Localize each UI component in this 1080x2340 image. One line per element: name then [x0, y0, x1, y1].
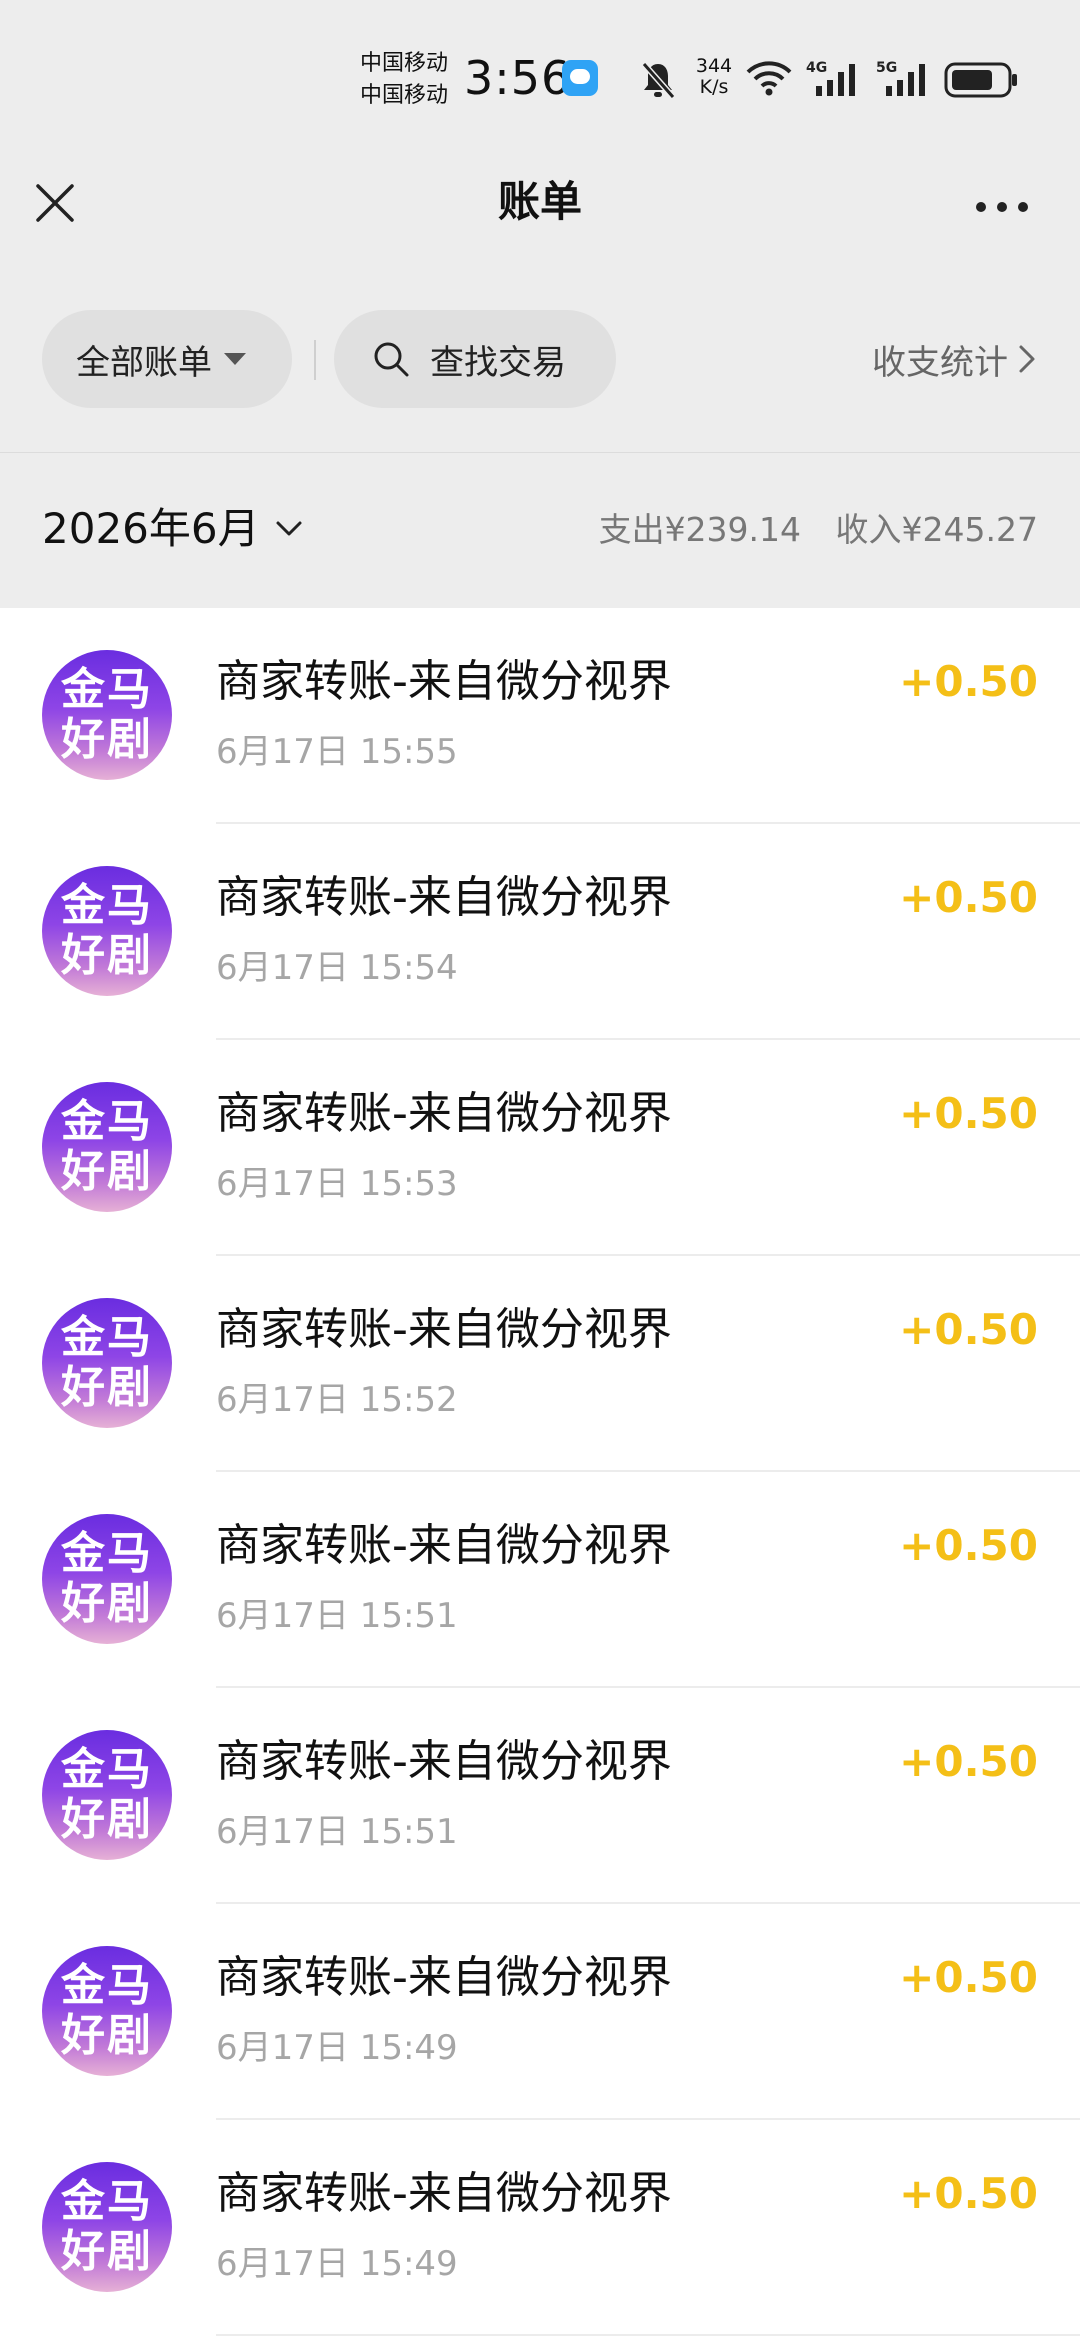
status-bar: 中国移动 中国移动 3:56 344 K/s 4G 5G [0, 0, 1080, 150]
bill-page: 中国移动 中国移动 3:56 344 K/s 4G 5G 账单 全部账单 查找交… [0, 0, 1080, 2340]
transaction-row[interactable]: 金马 好剧 商家转账-来自微分视界 6月17日 15:55 +0.50 [0, 608, 1080, 824]
transaction-time: 6月17日 15:55 [216, 732, 458, 772]
transaction-amount: +0.50 [899, 1521, 1038, 1570]
transaction-time: 6月17日 15:54 [216, 948, 458, 988]
month-summary: 2026年6月 支出¥239.14 收入¥245.27 [0, 452, 1080, 608]
transaction-time: 6月17日 15:49 [216, 2028, 458, 2068]
transaction-amount: +0.50 [899, 1953, 1038, 2002]
avatar-text-line1: 金马 [61, 1960, 153, 2011]
all-bills-filter[interactable]: 全部账单 [42, 310, 292, 408]
carrier-1: 中国移动 [360, 51, 449, 76]
merchant-avatar: 金马 好剧 [42, 2162, 172, 2292]
filter-divider [314, 340, 316, 380]
avatar-text-line2: 好剧 [61, 1794, 153, 1845]
signal-5g-icon: 5G [876, 60, 925, 96]
row-divider [216, 2334, 1080, 2336]
avatar-text-line1: 金马 [61, 664, 153, 715]
speed-value: 344 [695, 55, 733, 77]
more-icon[interactable] [974, 200, 1030, 214]
income-total: 收入¥245.27 [835, 510, 1038, 549]
transaction-row[interactable]: 金马 好剧 商家转账-来自微分视界 6月17日 15:51 +0.50 [0, 1688, 1080, 1904]
month-totals: 支出¥239.14 收入¥245.27 [575, 505, 1038, 555]
all-bills-label: 全部账单 [76, 342, 212, 383]
avatar-text-line2: 好剧 [61, 2226, 153, 2277]
merchant-avatar: 金马 好剧 [42, 866, 172, 996]
avatar-text-line1: 金马 [61, 1312, 153, 1363]
merchant-avatar: 金马 好剧 [42, 1298, 172, 1428]
avatar-text-line2: 好剧 [61, 2010, 153, 2061]
page-title: 账单 [497, 177, 582, 226]
signal-4g-icon: 4G [806, 60, 855, 96]
battery-icon [944, 62, 1017, 98]
transaction-row[interactable]: 金马 好剧 商家转账-来自微分视界 6月17日 15:49 +0.50 [0, 2120, 1080, 2336]
avatar-text-line1: 金马 [61, 1528, 153, 1579]
transaction-time: 6月17日 15:53 [216, 1164, 458, 1204]
transaction-title: 商家转账-来自微分视界 [216, 1088, 672, 1139]
transaction-time: 6月17日 15:51 [216, 1596, 458, 1636]
avatar-text-line2: 好剧 [61, 714, 153, 765]
avatar-text-line1: 金马 [61, 880, 153, 931]
search-transactions-button[interactable]: 查找交易 [334, 310, 616, 408]
transaction-row[interactable]: 金马 好剧 商家转账-来自微分视界 6月17日 15:53 +0.50 [0, 1040, 1080, 1256]
merchant-avatar: 金马 好剧 [42, 1730, 172, 1860]
wifi-icon [746, 61, 792, 96]
stats-link[interactable]: 收支统计 [872, 310, 1038, 408]
transaction-amount: +0.50 [899, 2169, 1038, 2218]
carrier-names: 中国移动 中国移动 [360, 48, 448, 112]
status-time: 3:56 [464, 51, 572, 105]
speed-unit: K/s [699, 76, 729, 98]
transaction-time: 6月17日 15:49 [216, 2244, 458, 2284]
chevron-down-icon [276, 521, 302, 536]
avatar-text-line1: 金马 [61, 1744, 153, 1795]
transaction-amount: +0.50 [899, 873, 1038, 922]
merchant-avatar: 金马 好剧 [42, 1082, 172, 1212]
merchant-avatar: 金马 好剧 [42, 1946, 172, 2076]
avatar-text-line1: 金马 [61, 1096, 153, 1147]
chevron-right-icon [1019, 345, 1035, 373]
transaction-title: 商家转账-来自微分视界 [216, 656, 672, 707]
transaction-row[interactable]: 金马 好剧 商家转账-来自微分视界 6月17日 15:54 +0.50 [0, 824, 1080, 1040]
avatar-text-line2: 好剧 [61, 1578, 153, 1629]
avatar-text-line2: 好剧 [61, 1362, 153, 1413]
transaction-list: 金马 好剧 商家转账-来自微分视界 6月17日 15:55 +0.50 金马 好… [0, 608, 1080, 2340]
filter-row: 全部账单 查找交易 收支统计 [0, 310, 1080, 410]
transaction-amount: +0.50 [899, 1305, 1038, 1354]
svg-text:4G: 4G [806, 60, 827, 76]
transaction-amount: +0.50 [899, 1089, 1038, 1138]
svg-text:5G: 5G [876, 60, 897, 76]
message-icon [562, 60, 598, 96]
transaction-amount: +0.50 [899, 657, 1038, 706]
merchant-avatar: 金马 好剧 [42, 650, 172, 780]
transaction-title: 商家转账-来自微分视界 [216, 2168, 672, 2219]
transaction-row[interactable]: 金马 好剧 商家转账-来自微分视界 6月17日 15:52 +0.50 [0, 1256, 1080, 1472]
bell-off-icon [641, 62, 676, 99]
stats-label: 收支统计 [872, 342, 1008, 383]
transaction-title: 商家转账-来自微分视界 [216, 1736, 672, 1787]
month-label: 2026年6月 [42, 504, 260, 553]
month-selector[interactable]: 2026年6月 [42, 497, 304, 561]
expense-total: 支出¥239.14 [598, 510, 802, 549]
transaction-time: 6月17日 15:51 [216, 1812, 458, 1852]
transaction-row[interactable]: 金马 好剧 商家转账-来自微分视界 6月17日 15:49 +0.50 [0, 1904, 1080, 2120]
merchant-avatar: 金马 好剧 [42, 1514, 172, 1644]
transaction-title: 商家转账-来自微分视界 [216, 872, 672, 923]
avatar-text-line2: 好剧 [61, 930, 153, 981]
transaction-title: 商家转账-来自微分视界 [216, 1304, 672, 1355]
search-icon [374, 342, 409, 377]
carrier-2: 中国移动 [360, 83, 449, 108]
transaction-row[interactable]: 金马 好剧 商家转账-来自微分视界 6月17日 15:51 +0.50 [0, 1472, 1080, 1688]
avatar-text-line1: 金马 [61, 2176, 153, 2227]
search-label: 查找交易 [430, 342, 566, 383]
transaction-time: 6月17日 15:52 [216, 1380, 458, 1420]
transaction-title: 商家转账-来自微分视界 [216, 1952, 672, 2003]
transaction-amount: +0.50 [899, 1737, 1038, 1786]
transaction-title: 商家转账-来自微分视界 [216, 1520, 672, 1571]
caret-down-icon [224, 353, 246, 365]
network-speed: 344 K/s [692, 56, 736, 98]
avatar-text-line2: 好剧 [61, 1146, 153, 1197]
top-nav: 账单 [0, 150, 1080, 260]
